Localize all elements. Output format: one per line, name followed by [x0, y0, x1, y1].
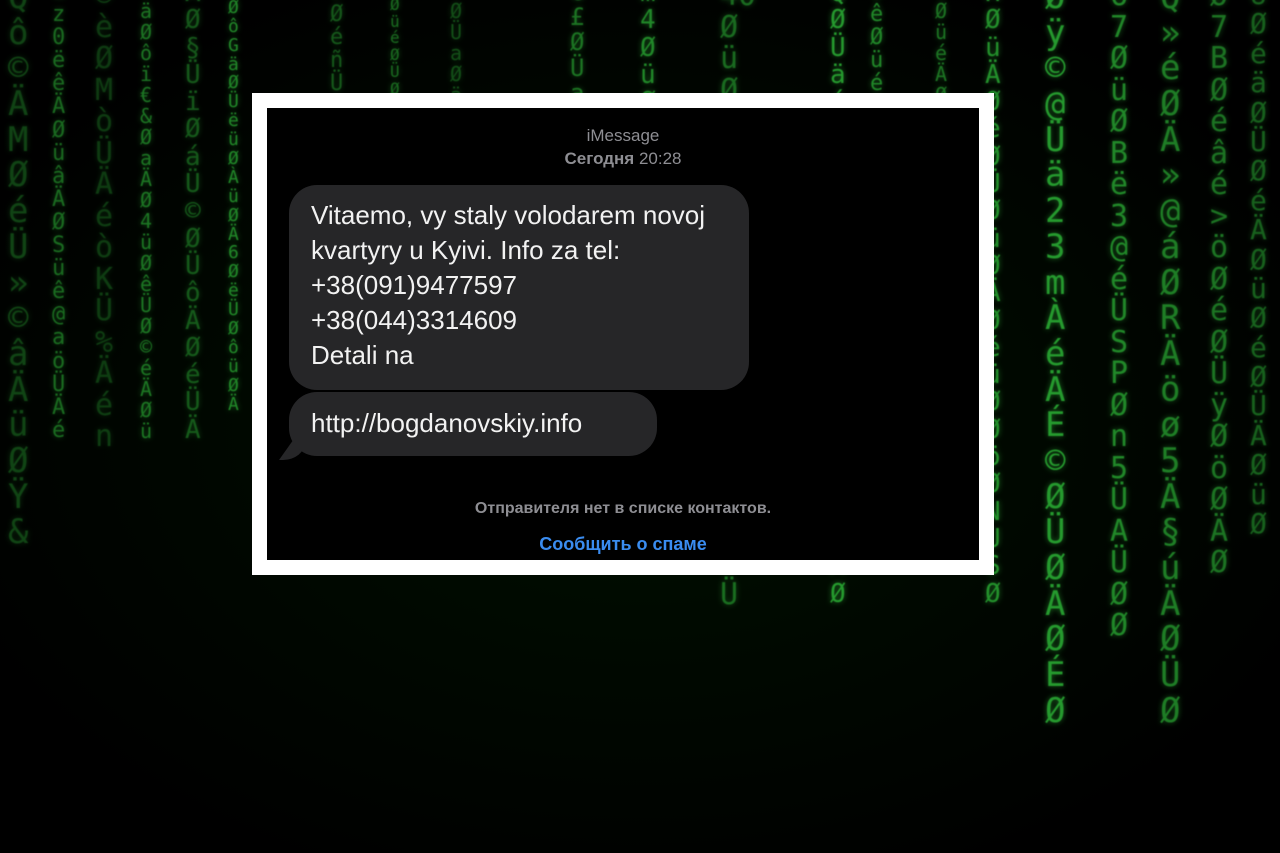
conversation-header: iMessage Сегодня 20:28 [267, 124, 979, 170]
report-spam-link[interactable]: Сообщить о спаме [267, 534, 979, 555]
service-label: iMessage [586, 126, 660, 145]
message-bubble-link[interactable]: http://bogdanovskiy.info [289, 392, 657, 456]
screenshot-frame: iMessage Сегодня 20:28 Vitaemo, vy staly… [252, 93, 994, 575]
time-label: 20:28 [638, 149, 682, 168]
unknown-sender-note: Отправителя нет в списке контактов. [474, 500, 772, 517]
date-label: Сегодня [564, 149, 635, 168]
message-bubble[interactable]: Vitaemo, vy staly volodarem novoj kvarty… [289, 185, 749, 390]
imessage-screen: iMessage Сегодня 20:28 Vitaemo, vy staly… [267, 108, 979, 560]
